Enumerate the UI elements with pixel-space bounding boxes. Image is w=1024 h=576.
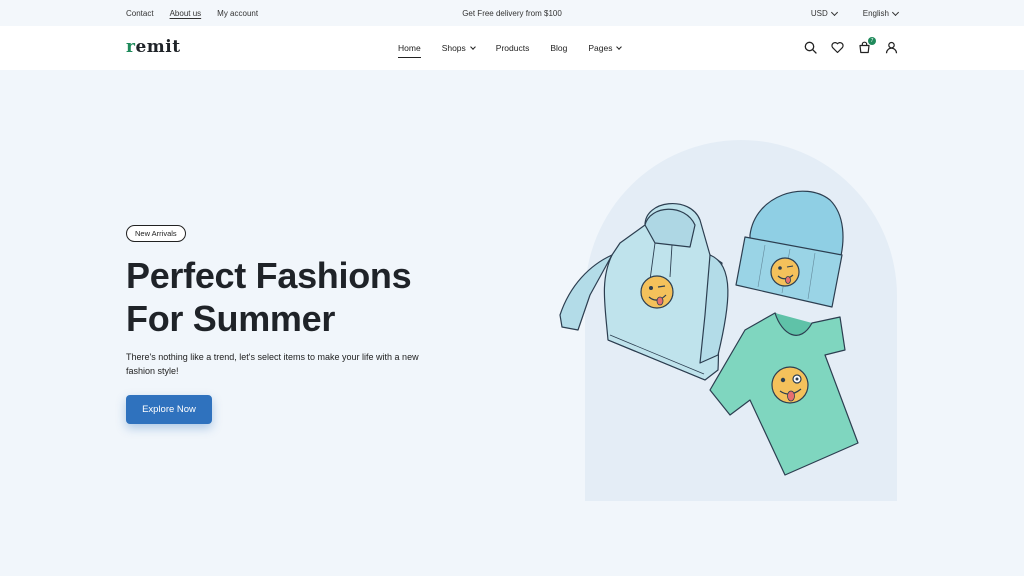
currency-dropdown[interactable]: USD — [810, 8, 838, 18]
beanie-illustration — [735, 190, 844, 308]
heart-icon[interactable] — [831, 41, 844, 54]
explore-now-button[interactable]: Explore Now — [126, 395, 212, 424]
hoodie-illustration — [559, 203, 729, 381]
nav-shops-label: Shops — [441, 43, 466, 53]
nav-shops[interactable]: Shops — [441, 43, 476, 53]
contact-link[interactable]: Contact — [126, 9, 154, 18]
hero-description: There's nothing like a trend, let's sele… — [126, 352, 419, 376]
nav-blog[interactable]: Blog — [550, 43, 567, 53]
nav-home-label: Home — [398, 43, 421, 53]
top-links: Contact About us My account — [126, 9, 258, 18]
logo-text: emit — [135, 37, 181, 57]
nav-products[interactable]: Products — [496, 43, 530, 53]
tshirt-illustration — [709, 312, 859, 476]
cart-icon[interactable]: 7 — [858, 37, 876, 54]
language-dropdown[interactable]: English — [862, 8, 900, 18]
chevron-down-icon — [830, 8, 838, 16]
hero-illustration — [559, 190, 859, 476]
hero-title-line1: Perfect Fashions — [126, 255, 412, 296]
nav-home[interactable]: Home — [398, 43, 421, 58]
nav-pages[interactable]: Pages — [588, 43, 623, 53]
search-icon[interactable] — [804, 41, 817, 54]
header-actions: 7 — [804, 37, 898, 54]
my-account-link[interactable]: My account — [217, 9, 258, 18]
currency-label: USD — [810, 9, 828, 18]
top-bar: Contact About us My account Get Free del… — [0, 0, 1024, 26]
hero-title: Perfect Fashions For Summer — [126, 254, 506, 340]
about-us-link[interactable]: About us — [170, 9, 202, 18]
chevron-down-icon — [891, 8, 900, 16]
main-nav: Home Shops Products Blog Pages — [398, 43, 623, 58]
nav-blog-label: Blog — [550, 43, 568, 53]
logo[interactable]: remit — [126, 37, 181, 57]
chevron-down-icon — [616, 43, 623, 50]
new-arrivals-badge: New Arrivals — [126, 225, 186, 242]
nav-pages-label: Pages — [588, 43, 613, 53]
top-selectors: USD English — [810, 8, 900, 18]
user-icon[interactable] — [885, 41, 898, 54]
language-label: English — [862, 9, 889, 18]
hero-title-line2: For Summer — [126, 298, 336, 339]
nav-products-label: Products — [495, 43, 530, 53]
chevron-down-icon — [469, 43, 476, 50]
hero-copy: New Arrivals Perfect Fashions For Summer… — [126, 223, 506, 378]
cart-count-badge: 7 — [868, 37, 876, 45]
main-header: remit Home Shops Products Blog Pages 7 — [0, 26, 1024, 70]
